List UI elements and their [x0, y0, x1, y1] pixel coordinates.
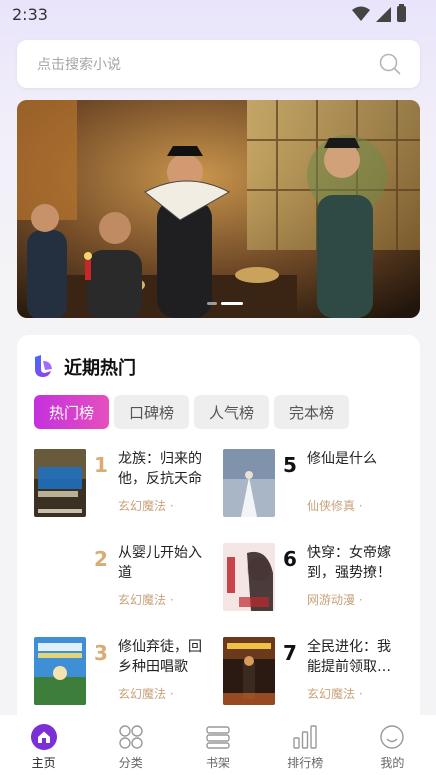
status-bar: 2:33	[0, 0, 436, 32]
tab-category[interactable]: 分类	[87, 715, 174, 775]
tab-home[interactable]: 主页	[0, 715, 87, 775]
bottom-tab-bar: 主页 分类 书架 排行榜 我的	[0, 715, 436, 775]
book-cover	[34, 637, 86, 705]
status-icons	[352, 4, 406, 22]
tab-completed[interactable]: 完本榜	[274, 395, 350, 429]
book-item[interactable]: 1 龙族：归来的他，反抗天命 玄幻魔法 ·	[34, 449, 219, 521]
rank-number: 1	[94, 453, 108, 477]
book-cover	[34, 543, 86, 611]
wifi-icon	[352, 6, 370, 21]
book-item[interactable]: 3 修仙弃徒，回乡种田唱歌 玄幻魔法 ·	[34, 637, 219, 709]
hot-section: 近期热门 热门榜 口碑榜 人气榜 完本榜 1 龙族：归来的他，反抗天命 玄幻魔法…	[17, 335, 420, 735]
tab-bookshelf[interactable]: 书架	[174, 715, 261, 775]
book-genre: 仙侠修真 ·	[307, 499, 363, 513]
book-title: 快穿：女帝嫁到，强势撩！	[307, 545, 391, 581]
banner-dot-active[interactable]	[221, 302, 243, 305]
book-cover	[223, 449, 275, 517]
book-item[interactable]: 7 全民进化：我能提前领取… 玄幻魔法 ·	[223, 637, 408, 709]
tab-profile[interactable]: 我的	[349, 715, 436, 775]
book-cover	[223, 543, 275, 611]
home-icon	[30, 724, 57, 750]
status-time: 2:33	[12, 5, 48, 24]
tab-reputation[interactable]: 口碑榜	[114, 395, 190, 429]
tab-label: 书架	[206, 756, 231, 770]
book-item[interactable]: 2 从婴儿开始入道 玄幻魔法 ·	[34, 543, 219, 615]
banner-image	[17, 100, 420, 318]
banner-pagination	[207, 302, 243, 305]
banner-dot[interactable]	[207, 302, 217, 305]
rank-number: 2	[94, 547, 108, 571]
rank-number: 7	[283, 641, 297, 665]
book-title: 从婴儿开始入道	[118, 545, 202, 581]
book-cover	[34, 449, 86, 517]
book-title: 修仙弃徒，回乡种田唱歌	[118, 639, 202, 675]
search-icon[interactable]	[378, 52, 402, 76]
rank-number: 3	[94, 641, 108, 665]
bookshelf-icon	[206, 726, 230, 749]
tab-hot[interactable]: 热门榜	[34, 395, 110, 429]
rank-number: 6	[283, 547, 297, 571]
category-icon	[119, 725, 143, 749]
book-title: 全民进化：我能提前领取…	[307, 639, 391, 675]
tab-label: 我的	[380, 756, 405, 770]
book-genre: 网游动漫 ·	[307, 593, 363, 607]
book-title: 龙族：归来的他，反抗天命	[118, 451, 202, 487]
book-genre: 玄幻魔法 ·	[118, 593, 174, 607]
book-item[interactable]: 6 快穿：女帝嫁到，强势撩！ 网游动漫 ·	[223, 543, 408, 615]
tab-label: 排行榜	[287, 756, 324, 770]
signal-icon	[376, 6, 391, 22]
search-bar[interactable]: 点击搜索小说	[17, 40, 420, 88]
book-item[interactable]: 5 修仙是什么 仙侠修真 ·	[223, 449, 408, 521]
tab-label: 主页	[31, 756, 56, 770]
book-cover	[223, 637, 275, 705]
section-title: 近期热门	[64, 358, 136, 379]
rank-tabs: 热门榜 口碑榜 人气榜 完本榜	[34, 395, 350, 429]
tab-ranking[interactable]: 排行榜	[262, 715, 349, 775]
battery-icon	[397, 4, 406, 22]
book-genre: 玄幻魔法 ·	[118, 499, 174, 513]
tab-popularity[interactable]: 人气榜	[194, 395, 270, 429]
book-title: 修仙是什么	[307, 451, 377, 467]
rank-number: 5	[283, 453, 297, 477]
hot-logo-icon	[35, 355, 52, 377]
book-genre: 玄幻魔法 ·	[307, 687, 363, 701]
profile-icon	[380, 725, 405, 749]
ranking-icon	[293, 725, 317, 749]
search-placeholder: 点击搜索小说	[37, 57, 121, 73]
promo-banner[interactable]	[17, 100, 420, 318]
tab-label: 分类	[118, 756, 143, 770]
book-genre: 玄幻魔法 ·	[118, 687, 174, 701]
